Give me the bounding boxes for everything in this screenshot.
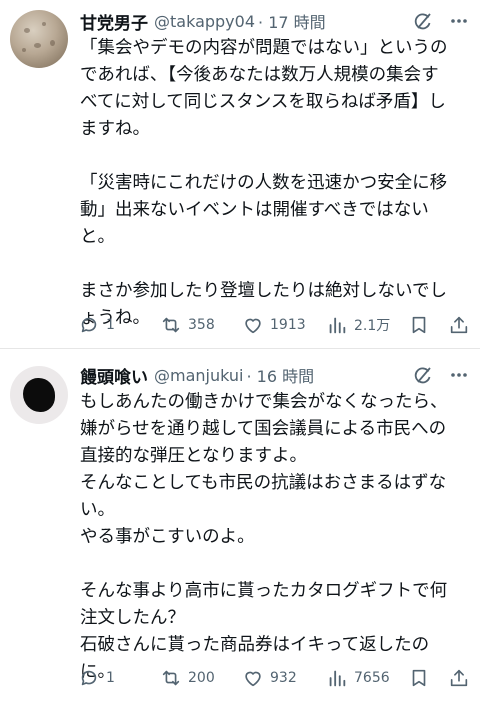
tweet-line: 嫌がらせを通り越して国会議員による市民への [80,419,447,439]
tweet-line: であれば、【今後あなたは数万人規模の集会す [80,65,439,85]
action-bar: 1 200 932 7656 [78,665,470,691]
timestamp[interactable]: · 17 時間 [258,9,326,33]
views-button[interactable]: 2.1万 [326,312,390,338]
tweet-line: 石破さんに貰った商品券はイキって返したの [80,635,430,655]
user-handle[interactable]: @takappy04 [154,12,255,31]
tweet-line: まさか参加したり登壇したりは絶対しないでし [80,281,447,301]
tweet-line: そんなことしても市民の抗議はおさまるはずな [80,473,447,493]
reply-icon [81,670,97,686]
share-button[interactable] [448,312,470,338]
tweet-line: 動」出来ないイベントは開催すべきではない [80,200,429,220]
tweet-line: 「災害時にこれだけの人数を迅速かつ安全に移 [80,173,448,193]
display-name[interactable]: 甘党男子 [80,9,148,34]
timestamp[interactable]: · 16 時間 [246,363,314,387]
more-icon[interactable] [448,10,470,32]
bookmark-icon [412,316,426,334]
tweet-header: 饅頭喰い @manjukui · 16 時間 [80,363,470,388]
action-bar: 1 358 1913 2.1万 [78,312,470,338]
bookmark-icon [412,669,426,687]
tweet-line: 「集会やデモの内容が問題ではない」というの [80,38,448,58]
tweet-line: ますね。 [80,119,150,139]
tweet-line: 直接的な弾圧となりますよ。 [80,446,307,466]
tweet-line: そんな事より高市に貰ったカタログギフトで何 [80,581,448,601]
like-button[interactable]: 932 [242,665,297,691]
tweet-line: やる事がこすいのよ。 [80,527,255,547]
like-icon [245,671,261,687]
like-count: 1913 [270,317,306,333]
tweet-text: もしあんたの働きかけで集会がなくなったら、 嫌がらせを通り越して国会議員による市… [80,389,472,686]
tweet[interactable]: 甘党男子 @takappy04 · 17 時間 「集会やデモの内容が問題ではない… [0,0,480,349]
reply-icon [81,317,97,333]
reply-count: 1 [106,317,115,333]
tweet-line: と。 [80,227,115,247]
share-button[interactable] [448,665,470,691]
share-icon [450,316,468,334]
repost-count: 200 [188,670,215,686]
grok-icon[interactable] [412,364,434,386]
tweet-text: 「集会やデモの内容が問題ではない」というの であれば、【今後あなたは数万人規模の… [80,35,472,332]
repost-count: 358 [188,317,215,333]
like-button[interactable]: 1913 [242,312,306,338]
views-icon [329,670,346,687]
tweet-line: もしあんたの働きかけで集会がなくなったら、 [80,392,448,412]
repost-icon [162,317,180,333]
views-icon [329,317,346,334]
repost-button[interactable]: 358 [160,312,215,338]
reply-button[interactable]: 1 [78,312,115,338]
bookmark-button[interactable] [408,665,430,691]
grok-icon[interactable] [412,10,434,32]
views-button[interactable]: 7656 [326,665,390,691]
more-icon[interactable] [448,364,470,386]
tweet-line: 注文したん？ [80,608,185,628]
tweet-line: べてに対して同じスタンスを取らねば矛盾】し [80,92,446,112]
view-count: 7656 [354,670,390,686]
share-icon [450,669,468,687]
tweet-line: い。 [80,500,115,520]
display-name[interactable]: 饅頭喰い [80,363,148,388]
user-handle[interactable]: @manjukui [154,366,243,385]
reply-button[interactable]: 1 [78,665,115,691]
avatar[interactable] [10,10,68,68]
view-count: 2.1万 [354,318,391,334]
reply-count: 1 [106,670,115,686]
bookmark-button[interactable] [408,312,430,338]
tweet-header: 甘党男子 @takappy04 · 17 時間 [80,9,470,34]
avatar[interactable] [10,366,68,424]
like-count: 932 [270,670,297,686]
repost-icon [162,670,180,686]
like-icon [245,318,261,334]
repost-button[interactable]: 200 [160,665,215,691]
tweet[interactable]: 饅頭喰い @manjukui · 16 時間 もしあんたの働きかけで集会がなくな… [0,350,480,701]
